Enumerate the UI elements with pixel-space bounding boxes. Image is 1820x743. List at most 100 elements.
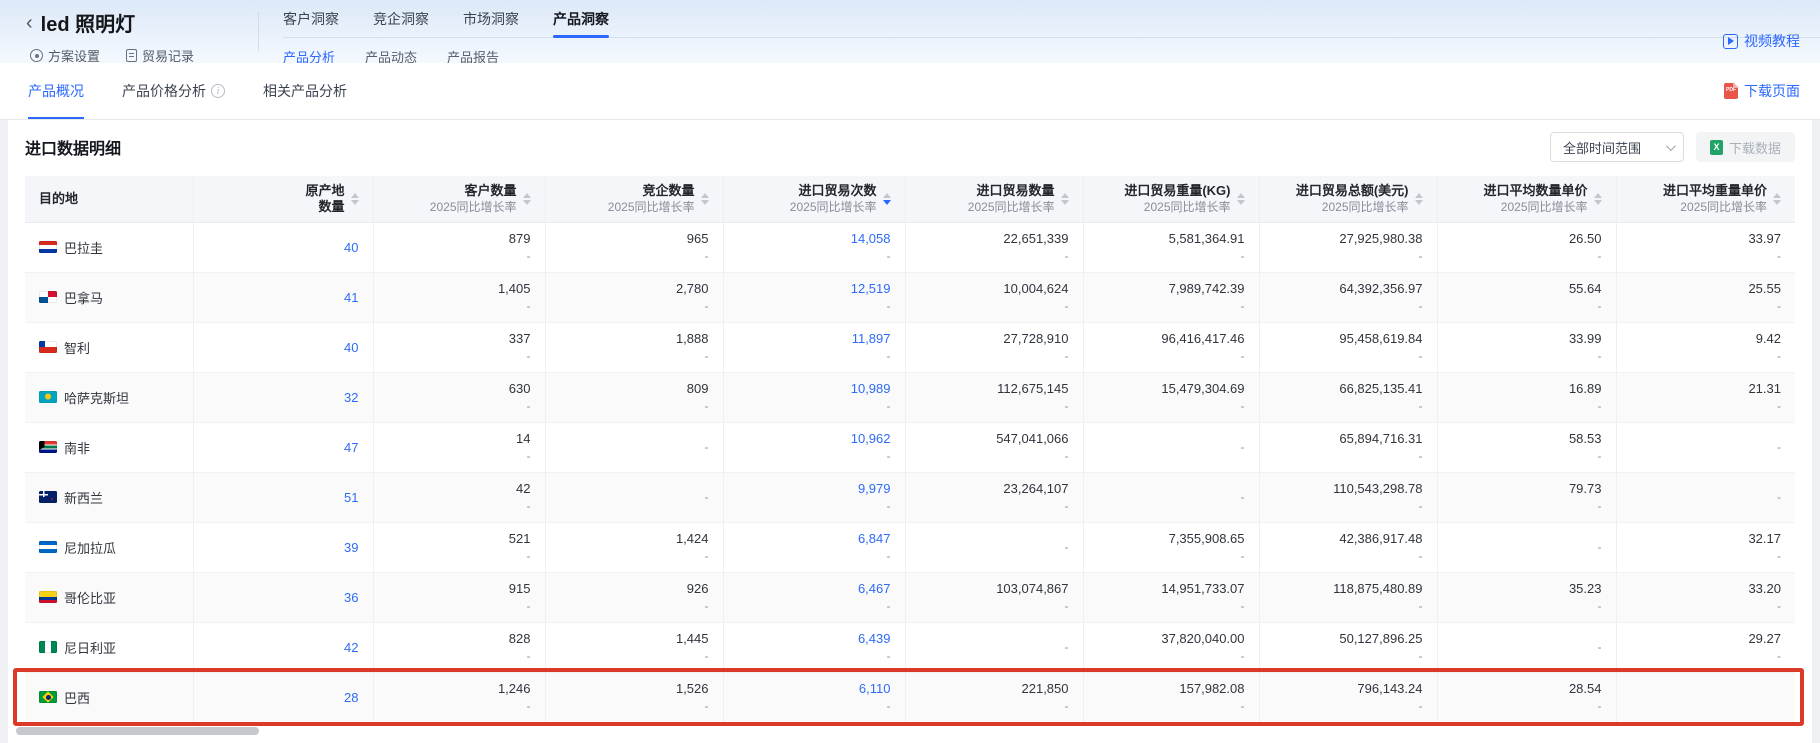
tab-market-insight[interactable]: 市场洞察 bbox=[463, 9, 519, 37]
value-cell[interactable]: 10,962- bbox=[723, 422, 905, 472]
origin-count-cell[interactable]: 39 bbox=[193, 522, 373, 572]
pdf-icon bbox=[1724, 83, 1738, 99]
origin-count-link[interactable]: 32 bbox=[344, 390, 358, 405]
value-cell: 65,894,716.31- bbox=[1259, 422, 1437, 472]
value-cell[interactable]: 6,110- bbox=[723, 672, 905, 722]
download-data-button[interactable]: 下载数据 bbox=[1696, 132, 1795, 162]
value-cell: - bbox=[905, 622, 1083, 672]
column-header-9[interactable]: 进口平均重量单价2025同比增长率 bbox=[1616, 176, 1795, 222]
tab-related-product-analysis[interactable]: 相关产品分析 bbox=[263, 63, 347, 119]
column-header-2[interactable]: 客户数量2025同比增长率 bbox=[373, 176, 545, 222]
origin-count-link[interactable]: 39 bbox=[344, 540, 358, 555]
value-cell: - bbox=[1437, 622, 1616, 672]
sort-carets-icon[interactable] bbox=[1415, 193, 1423, 205]
origin-count-cell[interactable]: 41 bbox=[193, 272, 373, 322]
value-cell[interactable]: 14,058- bbox=[723, 222, 905, 272]
destination-label: 哥伦比亚 bbox=[64, 588, 116, 607]
column-header-1[interactable]: 原产地数量 bbox=[193, 176, 373, 222]
value-cell[interactable]: 6,847- bbox=[723, 522, 905, 572]
target-icon bbox=[30, 49, 43, 62]
sort-carets-icon[interactable] bbox=[351, 193, 359, 205]
origin-count-cell[interactable]: 51 bbox=[193, 472, 373, 522]
column-header-8[interactable]: 进口平均数量单价2025同比增长率 bbox=[1437, 176, 1616, 222]
sort-carets-icon[interactable] bbox=[1594, 193, 1602, 205]
import-data-card: 进口数据明细 全部时间范围 下载数据 目的地原产地数量客户数量2025同比增长率… bbox=[8, 120, 1812, 743]
destination-cell: 巴西 bbox=[25, 672, 193, 722]
value-cell: 64,392,356.97- bbox=[1259, 272, 1437, 322]
value-cell[interactable]: 12,519- bbox=[723, 272, 905, 322]
origin-count-link[interactable]: 42 bbox=[344, 640, 358, 655]
time-range-value: 全部时间范围 bbox=[1563, 138, 1641, 157]
origin-count-cell[interactable]: 40 bbox=[193, 322, 373, 372]
column-header-6[interactable]: 进口贸易重量(KG)2025同比增长率 bbox=[1083, 176, 1259, 222]
sort-carets-icon[interactable] bbox=[1237, 193, 1245, 205]
destination-label: 巴拿马 bbox=[64, 288, 103, 307]
origin-count-cell[interactable]: 36 bbox=[193, 572, 373, 622]
value-cell: 29.27- bbox=[1616, 622, 1795, 672]
value-cell: 42- bbox=[373, 472, 545, 522]
download-page-label: 下载页面 bbox=[1744, 81, 1800, 101]
origin-count-cell[interactable]: 47 bbox=[193, 422, 373, 472]
value-cell: 50,127,896.25- bbox=[1259, 622, 1437, 672]
import-data-table: 目的地原产地数量客户数量2025同比增长率竞企数量2025同比增长率进口贸易次数… bbox=[25, 176, 1795, 723]
origin-count-link[interactable]: 41 bbox=[344, 290, 358, 305]
destination-label: 巴拉圭 bbox=[64, 238, 103, 257]
column-header-5[interactable]: 进口贸易数量2025同比增长率 bbox=[905, 176, 1083, 222]
sort-carets-icon[interactable] bbox=[523, 193, 531, 205]
value-cell[interactable]: 6,467- bbox=[723, 572, 905, 622]
destination-cell: 尼日利亚 bbox=[25, 622, 193, 672]
value-cell: 9.42- bbox=[1616, 322, 1795, 372]
tab-competitor-insight[interactable]: 竞企洞察 bbox=[373, 9, 429, 37]
origin-count-cell[interactable]: 32 bbox=[193, 372, 373, 422]
origin-count-link[interactable]: 36 bbox=[344, 590, 358, 605]
tab-customer-insight[interactable]: 客户洞察 bbox=[283, 9, 339, 37]
value-cell[interactable]: 10,989- bbox=[723, 372, 905, 422]
download-page-link[interactable]: 下载页面 bbox=[1724, 81, 1800, 101]
tab-product-overview[interactable]: 产品概况 bbox=[28, 63, 84, 119]
destination-cell: 哥伦比亚 bbox=[25, 572, 193, 622]
origin-count-link[interactable]: 28 bbox=[344, 690, 358, 705]
column-header-3[interactable]: 竞企数量2025同比增长率 bbox=[545, 176, 723, 222]
value-cell: - bbox=[1616, 422, 1795, 472]
back-chevron-icon[interactable]: ‹ bbox=[26, 12, 33, 34]
origin-count-cell[interactable]: 40 bbox=[193, 222, 373, 272]
sort-carets-icon[interactable] bbox=[1061, 193, 1069, 205]
origin-count-link[interactable]: 51 bbox=[344, 490, 358, 505]
value-cell[interactable]: 11,897- bbox=[723, 322, 905, 372]
document-icon bbox=[126, 49, 137, 62]
value-cell[interactable]: 9,979- bbox=[723, 472, 905, 522]
info-icon[interactable]: i bbox=[211, 84, 225, 98]
sort-carets-icon[interactable] bbox=[701, 193, 709, 205]
origin-count-cell[interactable]: 42 bbox=[193, 622, 373, 672]
value-cell bbox=[1616, 672, 1795, 722]
tab-product-insight[interactable]: 产品洞察 bbox=[553, 9, 609, 37]
value-cell: 1,888- bbox=[545, 322, 723, 372]
video-tutorial-link[interactable]: 视频教程 bbox=[1723, 31, 1800, 51]
column-header-7[interactable]: 进口贸易总额(美元)2025同比增长率 bbox=[1259, 176, 1437, 222]
top-header-band: ‹ led 照明灯 方案设置 贸易记录 客户洞察 竞企洞察 市场洞察 产品洞察 … bbox=[0, 0, 1820, 63]
destination-cell: 南非 bbox=[25, 422, 193, 472]
origin-count-link[interactable]: 40 bbox=[344, 340, 358, 355]
value-cell: 1,246- bbox=[373, 672, 545, 722]
download-data-label: 下载数据 bbox=[1729, 138, 1781, 157]
column-header-4[interactable]: 进口贸易次数2025同比增长率 bbox=[723, 176, 905, 222]
value-cell: 157,982.08- bbox=[1083, 672, 1259, 722]
sort-carets-icon[interactable] bbox=[883, 193, 891, 205]
value-cell: - bbox=[1083, 472, 1259, 522]
origin-count-link[interactable]: 40 bbox=[344, 240, 358, 255]
tab-product-price-analysis[interactable]: 产品价格分析 i bbox=[122, 63, 225, 119]
horizontal-scrollbar-thumb[interactable] bbox=[16, 727, 259, 735]
kazakhstan-flag-icon bbox=[39, 391, 57, 403]
sort-carets-icon[interactable] bbox=[1773, 193, 1781, 205]
value-cell: 965- bbox=[545, 222, 723, 272]
origin-count-cell[interactable]: 28 bbox=[193, 672, 373, 722]
destination-cell: 尼加拉瓜 bbox=[25, 522, 193, 572]
panama-flag-icon bbox=[39, 291, 57, 303]
table-row-colombia: 哥伦比亚36915-926-6,467-103,074,867-14,951,7… bbox=[25, 572, 1795, 622]
value-cell[interactable]: 6,439- bbox=[723, 622, 905, 672]
value-cell: 630- bbox=[373, 372, 545, 422]
destination-label: 尼日利亚 bbox=[64, 638, 116, 657]
time-range-select[interactable]: 全部时间范围 bbox=[1550, 132, 1684, 162]
origin-count-link[interactable]: 47 bbox=[344, 440, 358, 455]
value-cell: 33.97- bbox=[1616, 222, 1795, 272]
